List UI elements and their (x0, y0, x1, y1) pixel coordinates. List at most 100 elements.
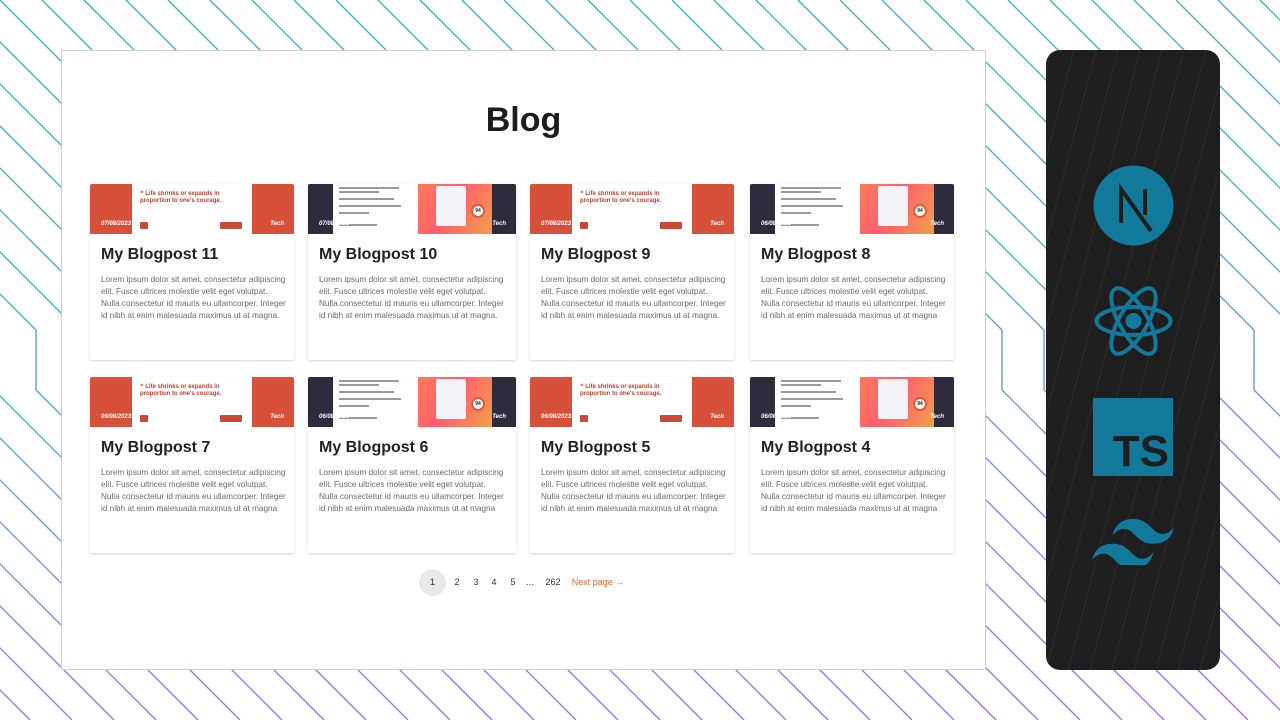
thumb-text-line (339, 405, 369, 407)
thumb-phone-mockup (436, 379, 466, 419)
post-title[interactable]: My Blogpost 6 (319, 439, 428, 457)
post-title[interactable]: My Blogpost 4 (761, 439, 870, 457)
thumb-text-line (781, 205, 843, 207)
typescript-icon: TS (1093, 398, 1173, 476)
thumb-text-line (339, 198, 394, 200)
post-card[interactable]: ❝ Life shrinks or expands in proportion … (530, 377, 734, 553)
post-thumbnail[interactable]: ❝ Life shrinks or expands in proportion … (530, 184, 734, 234)
thumb-text-line (781, 212, 811, 214)
pagination-page[interactable]: 1 (419, 569, 446, 596)
panel-stripes (1046, 50, 1220, 670)
next-page-link[interactable]: Next page → (567, 569, 629, 596)
thumb-phone-mockup (436, 186, 466, 226)
post-excerpt: Lorem ipsum dolor sit amet, consectetur … (541, 468, 726, 513)
thumb-quote: ❝ Life shrinks or expands in proportion … (140, 191, 222, 204)
post-date: 06/08/2023 (761, 221, 792, 227)
post-category: Tech (270, 414, 284, 420)
post-thumbnail[interactable]: 94 06/08/2023 Tech (750, 377, 954, 427)
post-card[interactable]: 94 06/08/2023 Tech My Blogpost 6 Lorem i… (308, 377, 516, 553)
thumb-score-badge: 94 (913, 397, 927, 411)
post-title[interactable]: My Blogpost 9 (541, 246, 650, 264)
post-category: Tech (930, 414, 944, 420)
post-category: Tech (710, 414, 724, 420)
post-excerpt: Lorem ipsum dolor sit amet, consectetur … (319, 275, 504, 320)
thumb-button-small (140, 415, 148, 422)
post-excerpt: Lorem ipsum dolor sit amet, consectetur … (319, 468, 504, 513)
thumb-text-line (781, 405, 811, 407)
pagination-page[interactable]: 3 (469, 569, 483, 596)
post-category: Tech (930, 221, 944, 227)
thumb-button (220, 415, 242, 422)
pagination-page[interactable]: 262 (542, 569, 564, 596)
post-date: 06/08/2023 (101, 414, 132, 420)
post-title[interactable]: My Blogpost 10 (319, 246, 437, 264)
thumb-text-line (781, 384, 821, 386)
thumb-text-line (339, 384, 379, 386)
post-card[interactable]: ❝ Life shrinks or expands in proportion … (530, 184, 734, 360)
page-title: Blog (485, 101, 562, 139)
typescript-label: TS (1112, 427, 1169, 476)
thumb-button (660, 222, 682, 229)
blog-panel: Blog ❝ Life shrinks or expands in propor… (61, 50, 986, 670)
thumb-button-small (140, 222, 148, 229)
tailwind-icon (1092, 519, 1174, 565)
tech-stack-panel: TS (1046, 50, 1220, 670)
pagination: 1 2 3 4 5 … 262 Next page → (419, 569, 639, 596)
post-thumbnail[interactable]: 94 06/08/2023 Tech (308, 377, 516, 427)
thumb-score-badge: 94 (913, 204, 927, 218)
post-title[interactable]: My Blogpost 5 (541, 439, 650, 457)
thumb-text-line (781, 398, 843, 400)
post-excerpt: Lorem ipsum dolor sit amet, consectetur … (541, 275, 726, 320)
post-date: 07/08/2023 (319, 221, 350, 227)
post-card[interactable]: ❝ Life shrinks or expands in proportion … (90, 377, 294, 553)
post-date: 07/08/2023 (541, 221, 572, 227)
post-thumbnail[interactable]: ❝ Life shrinks or expands in proportion … (90, 377, 294, 427)
post-thumbnail[interactable]: ❝ Life shrinks or expands in proportion … (90, 184, 294, 234)
post-category: Tech (492, 414, 506, 420)
thumb-quote: ❝ Life shrinks or expands in proportion … (580, 191, 662, 204)
post-card[interactable]: 94 06/08/2023 Tech My Blogpost 8 Lorem i… (750, 184, 954, 360)
post-title[interactable]: My Blogpost 11 (101, 246, 218, 264)
post-date: 06/08/2023 (319, 414, 350, 420)
post-date: 06/08/2023 (541, 414, 572, 420)
thumb-quote: ❝ Life shrinks or expands in proportion … (580, 384, 662, 397)
thumb-text-line (339, 191, 379, 193)
thumb-score-badge: 94 (471, 397, 485, 411)
post-excerpt: Lorem ipsum dolor sit amet, consectetur … (101, 468, 286, 513)
thumb-phone-mockup (878, 379, 908, 419)
post-thumbnail[interactable]: 94 07/08/2023 Tech (308, 184, 516, 234)
post-excerpt: Lorem ipsum dolor sit amet, consectetur … (761, 275, 946, 320)
post-card[interactable]: 94 06/08/2023 Tech My Blogpost 4 Lorem i… (750, 377, 954, 553)
thumb-text-line (781, 198, 836, 200)
post-category: Tech (492, 221, 506, 227)
post-thumbnail[interactable]: 94 06/08/2023 Tech (750, 184, 954, 234)
post-title[interactable]: My Blogpost 8 (761, 246, 870, 264)
nextjs-icon (1093, 165, 1174, 246)
post-thumbnail[interactable]: ❝ Life shrinks or expands in proportion … (530, 377, 734, 427)
thumb-text-line (781, 187, 841, 189)
post-date: 07/08/2023 (101, 221, 132, 227)
thumb-button-small (580, 415, 588, 422)
thumb-text-line (781, 191, 821, 193)
thumb-text-line (339, 187, 399, 189)
post-date: 06/08/2023 (761, 414, 792, 420)
thumb-text-line (781, 380, 841, 382)
thumb-text-line (339, 391, 394, 393)
thumb-text-line (339, 398, 401, 400)
react-icon (1094, 286, 1173, 356)
pagination-page[interactable]: 4 (487, 569, 501, 596)
post-title[interactable]: My Blogpost 7 (101, 439, 210, 457)
post-card[interactable]: 94 07/08/2023 Tech My Blogpost 10 Lorem … (308, 184, 516, 360)
thumb-text-line (339, 380, 399, 382)
thumb-button-small (580, 222, 588, 229)
post-excerpt: Lorem ipsum dolor sit amet, consectetur … (101, 275, 286, 320)
post-category: Tech (270, 221, 284, 227)
pagination-ellipsis: … (525, 577, 535, 587)
thumb-phone-mockup (878, 186, 908, 226)
post-excerpt: Lorem ipsum dolor sit amet, consectetur … (761, 468, 946, 513)
pagination-page[interactable]: 5 (506, 569, 520, 596)
thumb-text-line (781, 391, 836, 393)
thumb-text-line (339, 212, 369, 214)
pagination-page[interactable]: 2 (450, 569, 464, 596)
post-card[interactable]: ❝ Life shrinks or expands in proportion … (90, 184, 294, 360)
